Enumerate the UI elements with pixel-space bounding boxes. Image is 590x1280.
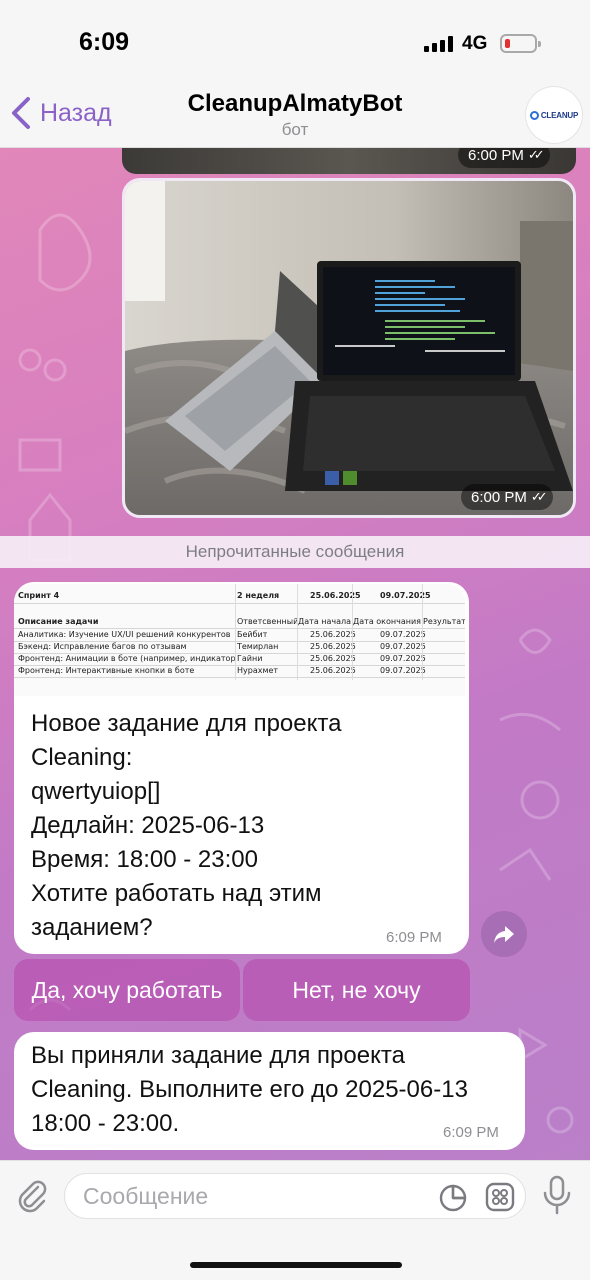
accepted-message-time: 6:09 PM [443,1124,499,1141]
battery-icon [500,34,541,53]
sheet-cell: 25.06.2025 [310,630,356,639]
photo-timestamp: 6:00 PM ✓✓ [461,484,553,510]
share-arrow-icon [494,926,514,943]
accepted-line: Вы приняли задание для проекта [31,1042,405,1069]
decline-task-button[interactable]: Нет, не хочу [243,959,470,1021]
sheet-cell: Бейбит [237,630,268,639]
share-button[interactable] [481,911,527,957]
sheet-row: Фронтенд: Анимации в боте (например, инд… [14,653,465,665]
sheet-week: 2 неделя [237,591,280,600]
task-message-time: 6:09 PM [386,929,442,946]
message-field [64,1173,526,1219]
chevron-left-icon [12,97,30,129]
task-line: Время: 18:00 - 23:00 [31,846,258,873]
sheet-sprint: Спринт 4 [18,591,60,600]
back-label: Назад [40,98,112,127]
sheet-cell: 09.07.2025 [380,654,426,663]
photo-message[interactable]: 6:00 PM ✓✓ [122,178,576,518]
sticker-icon[interactable] [439,1184,467,1212]
photo-message-previous[interactable]: 6:00 PM ✓✓ [122,148,576,174]
sheet-header: Ответсвенный [237,617,299,626]
sheet-cell: 25.06.2025 [310,666,356,675]
photo-time: 6:00 PM [471,488,527,506]
sheet-row: Аналитика: Изучение UX/UI решений конкур… [14,629,465,641]
sheet-cell: 25.06.2025 [310,654,356,663]
unread-divider: Непрочитанные сообщения [0,536,590,568]
read-checks-icon: ✓✓ [530,489,548,504]
sheet-cell: Фронтенд: Интерактивные кнопки в боте [18,666,195,675]
sheet-cell: 09.07.2025 [380,630,426,639]
sheet-cell: Темирлан [237,642,279,651]
chat-header: CleanupAlmatyBot бот Назад CLEANUP [0,78,590,148]
read-checks-icon: ✓✓ [527,148,545,162]
avatar-logo-text: CLEANUP [540,110,579,120]
bot-menu-icon[interactable] [485,1182,515,1212]
status-time: 6:09 [79,28,130,56]
sheet-sprint-row: Спринт 4 2 неделя 25.06.2025 09.07.2025 [14,590,465,602]
sheet-cell: 09.07.2025 [380,666,426,675]
sheet-cell: Аналитика: Изучение UX/UI решений конкур… [18,630,231,639]
sheet-cell: 25.06.2025 [310,642,356,651]
sheet-header-row: Описание задачи Ответсвенный Дата начала… [14,616,465,628]
sheet-cell: 09.07.2025 [380,642,426,651]
task-line: Cleaning: [31,744,133,771]
sheet-header: Дата начала [298,617,352,626]
sheet-cell: Гайни [237,654,263,663]
accept-task-button[interactable]: Да, хочу работать [14,959,240,1021]
network-type: 4G [462,33,488,54]
sheet-cell: Бэкенд: Исправление багов по отзывам [18,642,187,651]
cellular-signal-icon [424,36,453,52]
accepted-line: Cleaning. Выполните его до 2025-06-13 [31,1076,468,1103]
photo-time: 6:00 PM [468,148,524,164]
task-line: Дедлайн: 2025-06-13 [31,812,265,839]
cleanup-logo-icon [529,110,539,120]
accepted-line: 18:00 - 23:00. [31,1110,180,1137]
laptop-photo-image [125,181,573,515]
sheet-header: Дата окончания [353,617,421,626]
paperclip-icon[interactable] [14,1177,50,1213]
task-line: Хотите работать над этим [31,880,322,907]
sheet-cell: Фронтенд: Анимации в боте (например, инд… [18,654,236,663]
sheet-header: Описание задачи [18,617,99,626]
microphone-icon[interactable] [541,1175,573,1215]
task-spreadsheet-image[interactable]: Спринт 4 2 неделя 25.06.2025 09.07.2025 … [14,584,465,696]
home-indicator [190,1262,402,1268]
back-button[interactable]: Назад [10,96,112,130]
photo-timestamp: 6:00 PM ✓✓ [458,148,550,168]
sheet-end: 09.07.2025 [380,591,431,600]
sheet-row: Фронтенд: Интерактивные кнопки в боте Ну… [14,665,465,677]
bot-avatar[interactable]: CLEANUP [526,87,582,143]
status-bar: 6:09 4G [0,0,590,78]
task-line: заданием? [31,914,153,941]
task-message-text: Новое задание для проекта Cleaning: qwer… [31,707,341,945]
sheet-start: 25.06.2025 [310,591,361,600]
sheet-cell: Нурахмет [237,666,279,675]
accepted-message-text: Вы приняли задание для проекта Cleaning.… [31,1039,468,1141]
task-line: Новое задание для проекта [31,710,342,737]
message-input[interactable] [83,1174,423,1218]
sheet-row: Бэкенд: Исправление багов по отзывам Тем… [14,641,465,653]
sheet-header: Результат [423,617,465,626]
task-line: qwertyuiop[] [31,778,161,805]
